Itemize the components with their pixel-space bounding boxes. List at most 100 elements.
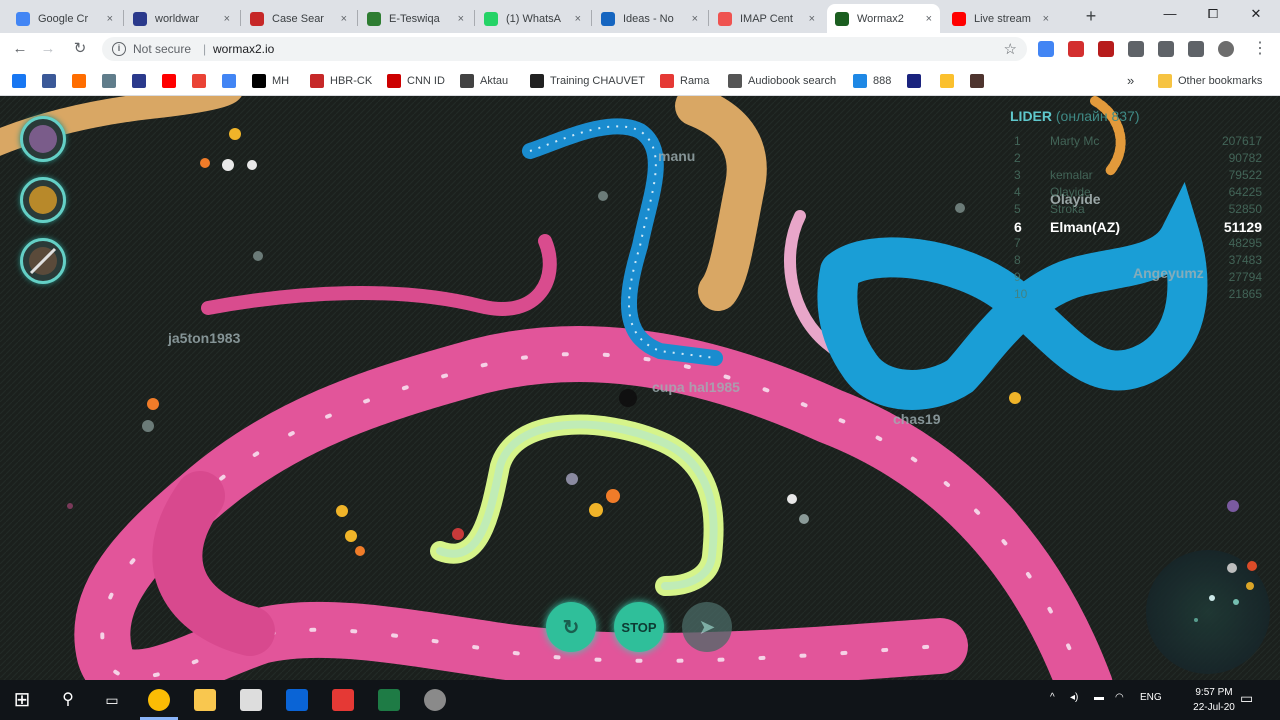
tab-3[interactable]: E-Teswiqa ×	[359, 4, 472, 33]
bookmark-11[interactable]: Aktau	[460, 72, 508, 89]
close-window-button[interactable]: ✕	[1244, 4, 1268, 24]
leaderboard-score: 90782	[1228, 151, 1262, 165]
adblock-extension-icon[interactable]	[1068, 41, 1084, 57]
cast-extension-icon[interactable]	[1158, 41, 1174, 57]
bookmark-3[interactable]	[102, 72, 122, 89]
profile-avatar-icon[interactable]	[1218, 41, 1234, 57]
translate-extension-icon[interactable]	[1038, 41, 1054, 57]
bookmark-14[interactable]: Audiobook search	[728, 72, 836, 89]
tab-1[interactable]: worldwar ×	[125, 4, 238, 33]
tab-close-icon[interactable]: ×	[926, 13, 932, 25]
stop-button[interactable]: STOP	[614, 602, 664, 652]
minimap-dots	[1194, 561, 1257, 622]
bookmark-17[interactable]	[940, 72, 960, 89]
leaderboard-score: 207617	[1221, 134, 1262, 148]
tab-favicon-icon	[250, 11, 264, 26]
bookmark-4[interactable]	[132, 72, 152, 89]
powerup-slot-3[interactable]	[20, 238, 66, 284]
tab-close-icon[interactable]: ×	[809, 13, 815, 25]
volume-icon[interactable]: ◂)	[1070, 692, 1078, 703]
bookmark-star-icon[interactable]: ☆	[1004, 40, 1017, 58]
tab-7[interactable]: Wormax2 ×	[827, 4, 940, 33]
tab-close-icon[interactable]: ×	[692, 13, 698, 25]
maximize-button[interactable]: ⧠	[1201, 4, 1225, 24]
forward-button[interactable]: →	[38, 39, 58, 59]
leaderboard-rank: 8	[1014, 253, 1021, 267]
game-canvas[interactable]: manu Olayide Angeyumz ja5ton1983 cupa ha…	[0, 96, 1280, 680]
back-button[interactable]: ←	[10, 39, 30, 59]
leaderboard-row: 5 Stroka 52850	[1010, 202, 1262, 218]
leaderboard-name: kemalar	[1050, 168, 1093, 182]
tab-favicon-icon	[718, 11, 732, 26]
excel-app-icon[interactable]	[378, 689, 400, 711]
bookmark-1[interactable]	[42, 72, 62, 89]
bookmark-12[interactable]: Training CHAUVET	[530, 72, 645, 89]
tab-4[interactable]: (1) WhatsA ×	[476, 4, 589, 33]
bookmark-2[interactable]	[72, 72, 92, 89]
bookmark-0[interactable]	[12, 72, 32, 89]
search-icon[interactable]: ⚲	[56, 689, 80, 711]
bookmark-label: CNN ID	[407, 74, 445, 87]
bookmark-label: MH	[272, 74, 290, 87]
recorder-app-icon[interactable]	[424, 689, 446, 711]
bookmark-7[interactable]	[222, 72, 242, 89]
bookmark-label: 888	[873, 74, 892, 87]
chrome-app-icon[interactable]	[148, 689, 170, 711]
direction-button[interactable]: ➤	[682, 602, 732, 652]
tab-close-icon[interactable]: ×	[1043, 13, 1049, 25]
sketch-app-icon[interactable]	[240, 689, 262, 711]
boost-button[interactable]: ↻	[546, 602, 596, 652]
tab-5[interactable]: Ideas - No ×	[593, 4, 706, 33]
bookmark-16[interactable]	[907, 72, 927, 89]
bookmark-13[interactable]: Rama	[660, 72, 709, 89]
address-bar[interactable]: i Not secure | wormax2.io ☆	[102, 37, 1027, 61]
tab-separator	[591, 10, 592, 26]
bookmark-18[interactable]	[970, 72, 990, 89]
language-indicator[interactable]: ENG	[1140, 692, 1162, 703]
powerup-slot-2[interactable]	[20, 177, 66, 223]
start-icon[interactable]: ⊞	[10, 689, 34, 711]
minimize-button[interactable]: —	[1158, 4, 1182, 24]
browser-menu-icon[interactable]: ⋮	[1250, 39, 1270, 59]
clock[interactable]: 9:57 PM 22-Jul-20	[1192, 685, 1236, 715]
bookmark-10[interactable]: CNN ID	[387, 72, 445, 89]
windows-taskbar: ⊞ ⚲ ▭ ^ ◂) ▬ ◠ ENG 9:57 PM 22-Jul-20 ▭	[0, 680, 1280, 720]
leaderboard-name: Elman(AZ)	[1050, 219, 1120, 235]
acrobat-app-icon[interactable]	[332, 689, 354, 711]
tab-8[interactable]: Live stream ×	[944, 4, 1057, 33]
tab-close-icon[interactable]: ×	[458, 13, 464, 25]
new-tab-button[interactable]: +	[1080, 5, 1102, 27]
address-separator: |	[203, 42, 207, 56]
tab-close-icon[interactable]: ×	[224, 13, 230, 25]
bookmark-6[interactable]	[192, 72, 212, 89]
tab-close-icon[interactable]: ×	[575, 13, 581, 25]
tab-close-icon[interactable]: ×	[107, 13, 113, 25]
info-icon[interactable]: i	[112, 42, 126, 56]
tab-separator	[240, 10, 241, 26]
bookmark-15[interactable]: 888	[853, 72, 891, 89]
battery-icon[interactable]: ▬	[1094, 692, 1104, 703]
bookmark-8[interactable]: MH	[252, 72, 289, 89]
tray-overflow-icon[interactable]: ^	[1050, 692, 1055, 703]
bookmarks-overflow-icon[interactable]: »	[1127, 72, 1134, 89]
task-view-icon[interactable]: ▭	[100, 689, 124, 711]
powerup-slot-1[interactable]	[20, 116, 66, 162]
file-explorer-app-icon[interactable]	[194, 689, 216, 711]
tab-2[interactable]: Case Sear ×	[242, 4, 355, 33]
network-icon[interactable]: ◠	[1115, 692, 1124, 703]
leaderboard-score: 51129	[1223, 219, 1262, 235]
bookmark-5[interactable]	[162, 72, 182, 89]
screenshot-extension-icon[interactable]	[1098, 41, 1114, 57]
url-text[interactable]: wormax2.io	[213, 42, 274, 56]
outlook-app-icon[interactable]	[286, 689, 308, 711]
other-bookmarks-folder[interactable]: Other bookmarks	[1158, 72, 1262, 89]
tab-0[interactable]: Google Cr ×	[8, 4, 121, 33]
playlist-extension-icon[interactable]	[1188, 41, 1204, 57]
tab-close-icon[interactable]: ×	[341, 13, 347, 25]
notification-icon[interactable]: ▭	[1240, 690, 1253, 707]
leaderboard-score: 21865	[1228, 287, 1262, 301]
reload-button[interactable]: ↻	[70, 39, 90, 59]
tab-6[interactable]: IMAP Cent ×	[710, 4, 823, 33]
puzzle-extension-icon[interactable]	[1128, 41, 1144, 57]
bookmark-9[interactable]: HBR-CK	[310, 72, 372, 89]
